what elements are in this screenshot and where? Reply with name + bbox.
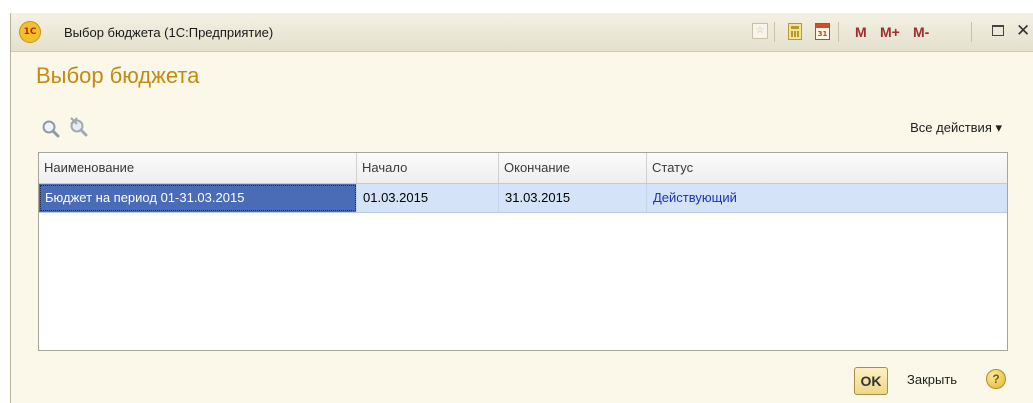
ok-button[interactable]: OK [854, 367, 888, 395]
all-actions-menu[interactable]: Все действия ▾ [910, 120, 1002, 136]
table-header: Наименование Начало Окончание Статус [39, 153, 1007, 184]
memory-minus-button[interactable]: M- [913, 24, 929, 40]
cancel-search-icon[interactable] [67, 115, 89, 137]
separator [838, 22, 839, 42]
app-logo-icon: 1C [19, 21, 41, 43]
separator [971, 22, 972, 42]
title-bar: 1C Выбор бюджета (1С:Предприятие) ☆ 31 M… [11, 13, 1033, 52]
window-title: Выбор бюджета (1С:Предприятие) [64, 25, 274, 40]
calculator-icon[interactable] [788, 23, 802, 40]
close-button[interactable]: Закрыть [907, 372, 957, 387]
column-header-status[interactable]: Статус [647, 153, 1007, 183]
form-title: Выбор бюджета [36, 63, 200, 88]
cell-start[interactable]: 01.03.2015 [357, 184, 499, 212]
favorites-icon[interactable]: ☆ [752, 23, 768, 39]
column-header-end[interactable]: Окончание [499, 153, 647, 183]
cell-name[interactable]: Бюджет на период 01-31.03.2015 [39, 184, 357, 212]
cell-end[interactable]: 31.03.2015 [499, 184, 647, 212]
memory-button[interactable]: M [855, 24, 867, 40]
separator [774, 22, 775, 42]
close-icon[interactable]: ✕ [1016, 21, 1030, 41]
column-header-name[interactable]: Наименование [39, 153, 357, 183]
budget-table[interactable]: Наименование Начало Окончание Статус Бюд… [38, 152, 1008, 351]
column-header-start[interactable]: Начало [357, 153, 499, 183]
search-icon[interactable] [41, 119, 61, 139]
maximize-icon[interactable] [992, 25, 1004, 36]
table-row[interactable]: Бюджет на период 01-31.03.2015 01.03.201… [39, 184, 1007, 213]
dialog-window: 1C Выбор бюджета (1С:Предприятие) ☆ 31 M… [10, 13, 1033, 403]
calendar-icon[interactable]: 31 [815, 23, 830, 40]
memory-plus-button[interactable]: M+ [880, 24, 900, 40]
help-icon[interactable]: ? [986, 369, 1006, 389]
cell-status[interactable]: Действующий [647, 184, 1007, 212]
